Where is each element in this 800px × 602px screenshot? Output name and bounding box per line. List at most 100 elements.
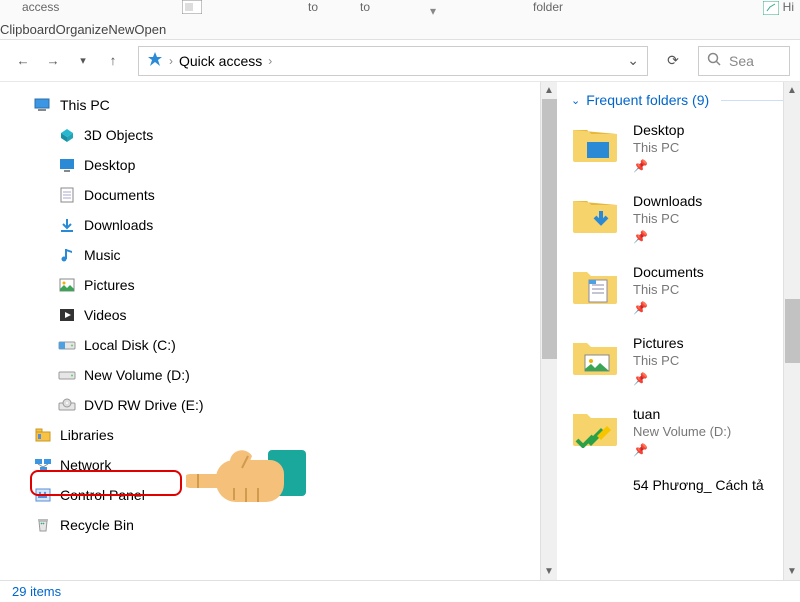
folder-item-pictures[interactable]: Pictures This PC 📌 bbox=[571, 335, 800, 386]
pictures-icon bbox=[58, 276, 76, 294]
tree-label: Pictures bbox=[84, 277, 135, 293]
chevron-down-icon: ⌄ bbox=[571, 94, 580, 107]
forward-button[interactable]: → bbox=[40, 48, 66, 74]
recycle-bin-icon bbox=[34, 516, 52, 534]
this-pc-icon bbox=[34, 96, 52, 114]
ribbon-fragment: folder bbox=[533, 0, 563, 14]
chevron-right-icon[interactable]: › bbox=[169, 54, 173, 68]
folder-name: tuan bbox=[633, 406, 731, 422]
folder-icon bbox=[571, 477, 619, 519]
address-dropdown-icon[interactable]: ⌄ bbox=[627, 52, 639, 69]
section-frequent-folders[interactable]: ⌄ Frequent folders (9) bbox=[571, 92, 800, 108]
tree-label: Local Disk (C:) bbox=[84, 337, 176, 353]
ribbon-group-organize[interactable]: Organize bbox=[56, 22, 109, 37]
folder-location: New Volume (D:) bbox=[633, 424, 731, 439]
folder-name: Pictures bbox=[633, 335, 684, 351]
folder-location: This PC bbox=[633, 282, 704, 297]
folder-item-partial[interactable]: 54 Phương_ Cách tả bbox=[571, 477, 800, 519]
tree-this-pc[interactable]: This PC bbox=[24, 90, 540, 120]
tree-music[interactable]: Music bbox=[24, 240, 540, 270]
folder-item-downloads[interactable]: Downloads This PC 📌 bbox=[571, 193, 800, 244]
scroll-up-icon[interactable]: ▲ bbox=[787, 82, 797, 99]
folder-icon bbox=[571, 122, 619, 164]
search-placeholder: Sea bbox=[729, 53, 754, 69]
pin-icon: 📌 bbox=[633, 301, 704, 315]
scroll-up-icon[interactable]: ▲ bbox=[544, 82, 554, 99]
3d-objects-icon bbox=[58, 126, 76, 144]
navigation-bar: ← → ▾ ↑ › Quick access › ⌄ ⟳ Sea bbox=[0, 40, 800, 82]
ribbon-group-open[interactable]: Open bbox=[134, 22, 166, 37]
breadcrumb-item[interactable]: Quick access bbox=[179, 53, 262, 69]
ribbon-fragment: to bbox=[308, 0, 318, 14]
address-bar[interactable]: › Quick access › ⌄ bbox=[138, 46, 648, 76]
tree-network[interactable]: Network bbox=[24, 450, 540, 480]
folder-location: This PC bbox=[633, 353, 684, 368]
folder-item-documents[interactable]: Documents This PC 📌 bbox=[571, 264, 800, 315]
drive-icon bbox=[58, 366, 76, 384]
control-panel-icon bbox=[34, 486, 52, 504]
tree-libraries[interactable]: Libraries bbox=[24, 420, 540, 450]
scroll-down-icon[interactable]: ▼ bbox=[787, 563, 797, 580]
folder-location: This PC bbox=[633, 140, 684, 155]
scrollbar-thumb[interactable] bbox=[785, 299, 800, 363]
search-icon bbox=[707, 52, 721, 69]
tree-label: Libraries bbox=[60, 427, 114, 443]
main-scrollbar[interactable]: ▲ ▼ bbox=[783, 82, 800, 580]
scrollbar-thumb[interactable] bbox=[542, 99, 557, 359]
tree-downloads[interactable]: Downloads bbox=[24, 210, 540, 240]
tree-label: Recycle Bin bbox=[60, 517, 134, 533]
up-button[interactable]: ↑ bbox=[100, 48, 126, 74]
folder-name: Documents bbox=[633, 264, 704, 280]
tree-label: Downloads bbox=[84, 217, 153, 233]
quick-access-star-icon bbox=[147, 51, 163, 70]
documents-icon bbox=[58, 186, 76, 204]
recent-locations-button[interactable]: ▾ bbox=[70, 48, 96, 74]
tree-label: 3D Objects bbox=[84, 127, 153, 143]
folder-icon bbox=[571, 193, 619, 235]
folder-name: 54 Phương_ Cách tả bbox=[633, 477, 764, 493]
dropdown-icon[interactable]: ▾ bbox=[430, 4, 436, 18]
pin-icon: 📌 bbox=[633, 372, 684, 386]
ribbon-group-new[interactable]: New bbox=[108, 22, 134, 37]
tree-control-panel[interactable]: Control Panel bbox=[24, 480, 540, 510]
tree-label: Videos bbox=[84, 307, 127, 323]
pin-icon: 📌 bbox=[633, 230, 702, 244]
status-bar: 29 items bbox=[0, 580, 800, 602]
tree-3d-objects[interactable]: 3D Objects bbox=[24, 120, 540, 150]
ribbon-group-clipboard[interactable]: Clipboard bbox=[0, 22, 56, 37]
folder-icon bbox=[571, 406, 619, 448]
tree-label: Network bbox=[60, 457, 111, 473]
folder-item-tuan[interactable]: tuan New Volume (D:) 📌 bbox=[571, 406, 800, 457]
search-input[interactable]: Sea bbox=[698, 46, 790, 76]
libraries-icon bbox=[34, 426, 52, 444]
tree-local-disk-c[interactable]: Local Disk (C:) bbox=[24, 330, 540, 360]
sidebar-scrollbar[interactable]: ▲ ▼ bbox=[540, 82, 557, 580]
navigation-tree: This PC 3D Objects Desktop Documents Dow… bbox=[0, 82, 540, 580]
refresh-button[interactable]: ⟳ bbox=[658, 52, 688, 69]
scroll-down-icon[interactable]: ▼ bbox=[544, 563, 554, 580]
tree-documents[interactable]: Documents bbox=[24, 180, 540, 210]
chevron-right-icon[interactable]: › bbox=[268, 54, 272, 68]
folder-item-desktop[interactable]: Desktop This PC 📌 bbox=[571, 122, 800, 173]
folder-location: This PC bbox=[633, 211, 702, 226]
item-count: 29 items bbox=[12, 584, 61, 599]
tree-dvd-drive-e[interactable]: DVD RW Drive (E:) bbox=[24, 390, 540, 420]
ribbon-fragment: Hi bbox=[763, 0, 794, 15]
ribbon-fragment: to bbox=[360, 0, 370, 14]
main-content: ⌄ Frequent folders (9) Desktop This PC 📌… bbox=[557, 82, 800, 580]
music-icon bbox=[58, 246, 76, 264]
network-icon bbox=[34, 456, 52, 474]
tree-label: Desktop bbox=[84, 157, 135, 173]
tree-pictures[interactable]: Pictures bbox=[24, 270, 540, 300]
dvd-drive-icon bbox=[58, 396, 76, 414]
tree-videos[interactable]: Videos bbox=[24, 300, 540, 330]
section-title: Frequent folders (9) bbox=[586, 92, 709, 108]
tree-label: DVD RW Drive (E:) bbox=[84, 397, 204, 413]
tree-new-volume-d[interactable]: New Volume (D:) bbox=[24, 360, 540, 390]
back-button[interactable]: ← bbox=[10, 48, 36, 74]
tree-desktop[interactable]: Desktop bbox=[24, 150, 540, 180]
videos-icon bbox=[58, 306, 76, 324]
drive-icon bbox=[58, 336, 76, 354]
tree-recycle-bin[interactable]: Recycle Bin bbox=[24, 510, 540, 540]
desktop-icon bbox=[58, 156, 76, 174]
